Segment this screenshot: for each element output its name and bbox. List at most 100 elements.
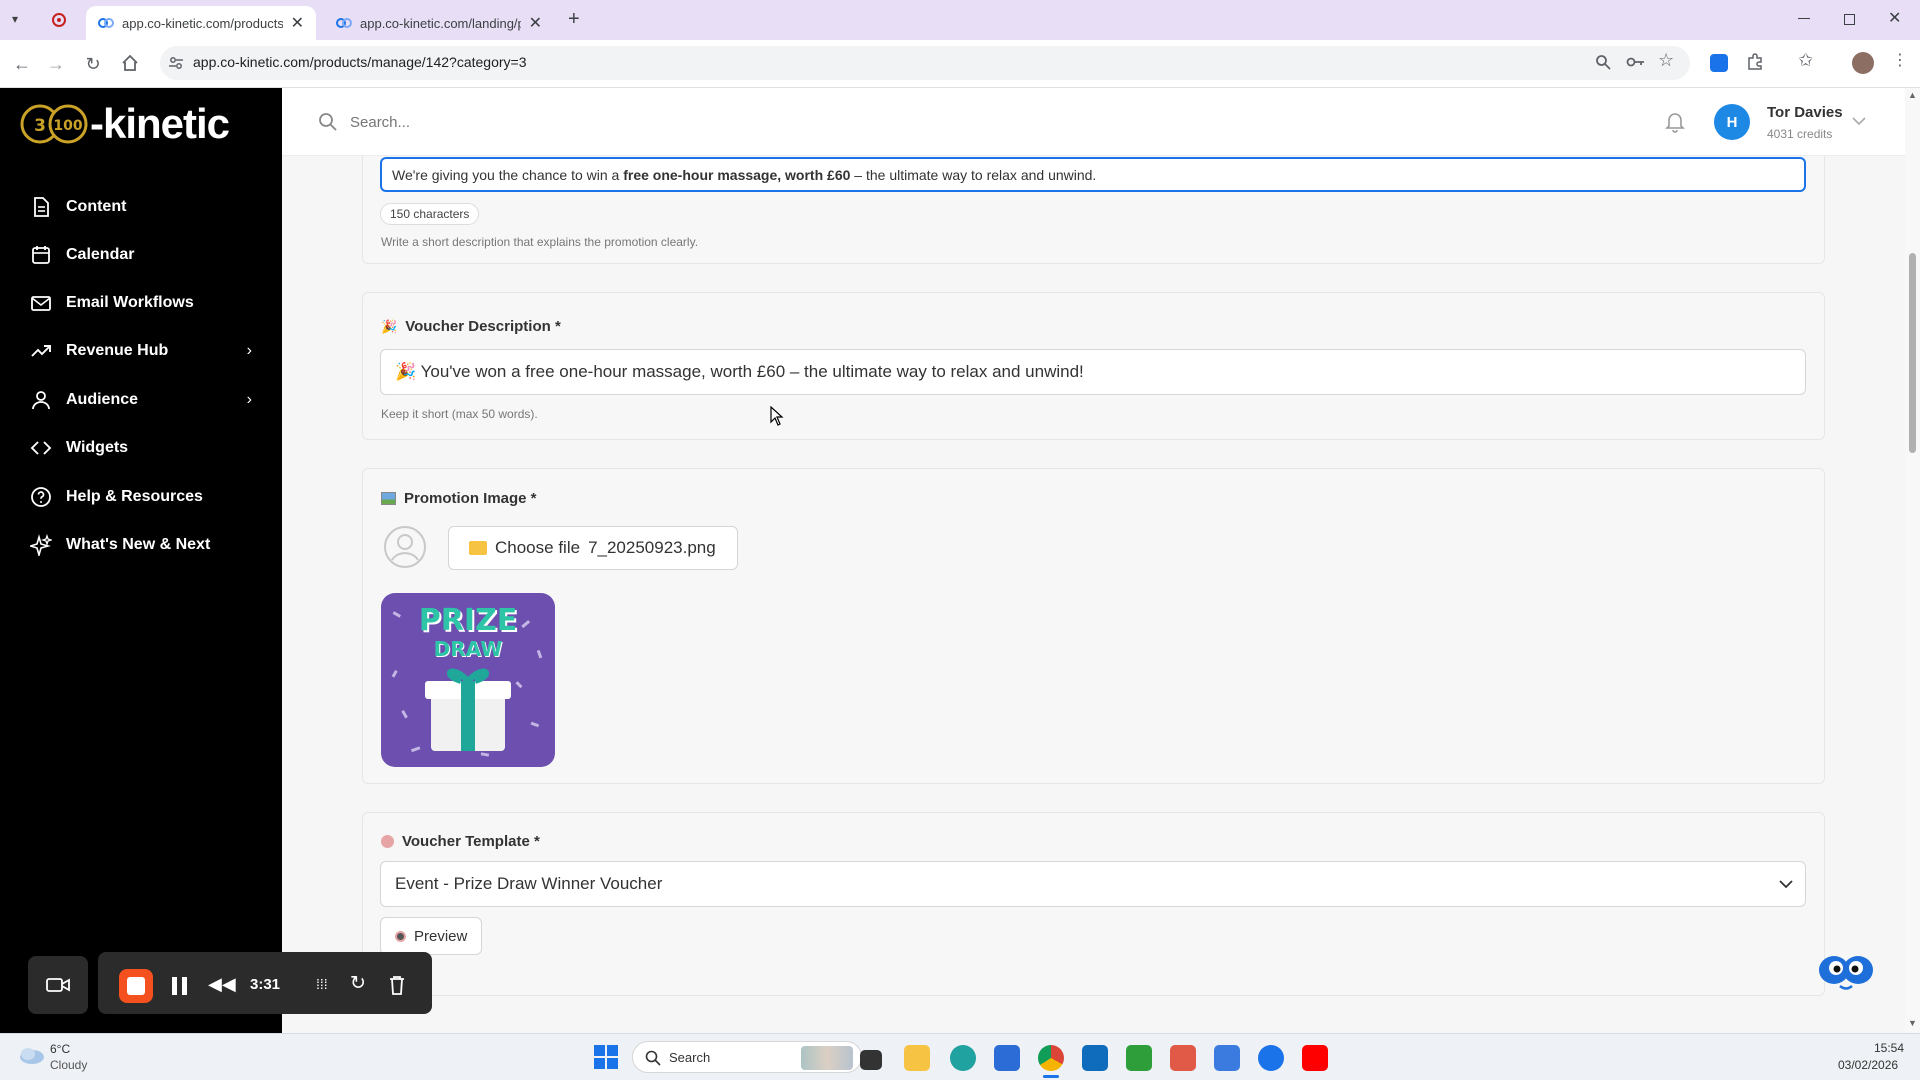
sidebar-item-label: Content	[66, 198, 127, 215]
scrollbar[interactable]: ▲ ▼	[1905, 88, 1920, 1033]
close-tab-icon[interactable]: ✕	[529, 13, 542, 33]
reload-icon[interactable]: ↻	[81, 52, 105, 76]
tab-landing[interactable]: app.co-kinetic.com/landing/pr ✕	[324, 6, 554, 40]
rewind-icon[interactable]: ◀◀	[208, 974, 236, 995]
minimize-icon[interactable]	[1798, 18, 1810, 19]
prize-text: PRIZE	[418, 603, 518, 638]
trash-icon[interactable]	[388, 975, 406, 995]
credits-count: 4031 credits	[1767, 127, 1833, 141]
active-app-indicator	[1043, 1075, 1059, 1078]
logo-text: -kinetic	[90, 100, 230, 147]
chrome-icon[interactable]	[1038, 1045, 1064, 1071]
back-icon[interactable]: ←	[10, 52, 34, 76]
red-app-icon[interactable]	[1170, 1045, 1196, 1071]
restore-icon[interactable]	[1844, 14, 1855, 25]
clock-time: 15:54	[1874, 1041, 1905, 1055]
search-icon	[645, 1050, 661, 1066]
clock-date: 03/02/2026	[1838, 1058, 1899, 1072]
outlook-icon[interactable]	[1082, 1045, 1108, 1071]
voucher-description-label-row: 🎉 Voucher Description *	[381, 318, 561, 335]
voucher-description-hint: Keep it short (max 50 words).	[381, 407, 538, 421]
grid-dots-icon[interactable]: ⁞⁞⁞	[316, 976, 334, 994]
bell-icon[interactable]	[1665, 111, 1685, 133]
stop-icon	[127, 977, 145, 995]
start-button[interactable]	[594, 1045, 618, 1069]
recording-time: 3:31	[250, 976, 281, 993]
search-input[interactable]	[350, 108, 750, 136]
cloudy-weather-icon	[20, 1048, 44, 1064]
chevron-right-icon: ›	[246, 342, 252, 359]
browser-tab-bar: ▾ app.co-kinetic.com/products/m ✕ app.co…	[0, 0, 1920, 40]
tab-list-icon[interactable]: ▾	[12, 12, 28, 28]
draw-text: DRAW	[433, 637, 503, 661]
avatar[interactable]: H	[1714, 104, 1750, 140]
site-info-icon[interactable]	[168, 55, 184, 71]
bookmark-star-icon[interactable]: ☆	[1658, 50, 1674, 71]
sidebar-item-email-workflows[interactable]: Email Workflows	[30, 288, 252, 318]
pause-button[interactable]	[172, 977, 188, 995]
sidebar-item-whats-new[interactable]: What's New & Next	[30, 530, 252, 560]
eyes-mascot-icon	[1819, 956, 1873, 990]
tab-title: app.co-kinetic.com/landing/pr	[360, 15, 521, 31]
sidebar-item-calendar[interactable]: Calendar	[30, 240, 252, 270]
close-tab-icon[interactable]: ✕	[291, 13, 304, 33]
sparkle-icon	[30, 534, 52, 556]
settings-gear-icon[interactable]	[1214, 1045, 1240, 1071]
scrollbar-up-arrow-icon[interactable]: ▲	[1908, 90, 1917, 100]
chevron-down-icon[interactable]	[1852, 116, 1866, 126]
zoom-icon[interactable]	[1595, 54, 1611, 70]
taskbar-search-label: Search	[669, 1050, 711, 1065]
eye-icon	[395, 930, 406, 942]
password-manager-icon[interactable]	[1258, 1045, 1284, 1071]
camera-toggle-button[interactable]	[28, 956, 88, 1014]
forward-icon[interactable]: →	[44, 52, 68, 76]
co-kinetic-logo[interactable]: 3 100 -kinetic	[20, 98, 230, 150]
scrollbar-thumb[interactable]	[1909, 253, 1916, 453]
preview-button[interactable]: Preview	[380, 917, 483, 955]
restart-icon[interactable]: ↻	[350, 972, 366, 995]
sidebar-item-revenue-hub[interactable]: Revenue Hub ›	[30, 336, 252, 366]
chat-assistant-button[interactable]	[1814, 948, 1878, 998]
password-key-icon[interactable]	[1626, 55, 1646, 69]
browser-menu-icon[interactable]: ⋮	[1892, 50, 1908, 70]
new-tab-button[interactable]: +	[568, 8, 580, 31]
code-icon	[30, 441, 52, 455]
promotion-image-preview: PRIZE DRAW	[381, 593, 555, 767]
sidebar-item-audience[interactable]: Audience ›	[30, 385, 252, 415]
sidebar-item-widgets[interactable]: Widgets	[30, 433, 252, 463]
taskbar-search[interactable]: Search	[632, 1041, 862, 1073]
voucher-template-label: Voucher Template *	[402, 833, 540, 850]
promotion-image-card: Promotion Image * Choose file 7_20250923…	[362, 468, 1825, 784]
extensions-puzzle-icon[interactable]	[1746, 53, 1764, 71]
profile-avatar[interactable]	[1852, 52, 1874, 74]
search-icon	[319, 113, 337, 131]
weather-temperature: 6°C	[50, 1042, 71, 1056]
task-view-icon[interactable]	[860, 1050, 882, 1070]
scrollbar-down-arrow-icon[interactable]: ▼	[1908, 1018, 1917, 1028]
edge-browser-icon[interactable]	[950, 1045, 976, 1071]
short-description-text-end: – the ultimate way to relax and unwind.	[850, 167, 1097, 183]
sidebar-item-content[interactable]: Content	[30, 192, 252, 222]
preview-label: Preview	[414, 927, 468, 945]
store-icon[interactable]	[994, 1045, 1020, 1071]
extension-blue-icon[interactable]	[1710, 54, 1728, 72]
stop-recording-button[interactable]	[119, 969, 153, 1003]
voucher-template-select[interactable]: Event - Prize Draw Winner Voucher	[380, 861, 1806, 907]
file-explorer-icon[interactable]	[904, 1045, 930, 1071]
youtube-icon[interactable]	[1302, 1045, 1328, 1071]
tab-products[interactable]: app.co-kinetic.com/products/m ✕	[86, 6, 316, 40]
voucher-template-label-row: Voucher Template *	[381, 833, 540, 850]
home-icon[interactable]	[121, 54, 139, 72]
short-description-field[interactable]: We're giving you the chance to win a fre…	[380, 157, 1806, 192]
main-content: We're giving you the chance to win a fre…	[282, 156, 1905, 1033]
choose-file-button[interactable]: Choose file 7_20250923.png	[448, 526, 738, 570]
green-app-icon[interactable]	[1126, 1045, 1152, 1071]
close-window-icon[interactable]: ✕	[1888, 8, 1901, 28]
svg-text:3: 3	[34, 116, 46, 136]
tab-title: app.co-kinetic.com/products/m	[122, 15, 283, 31]
co-kinetic-favicon-icon	[336, 18, 352, 28]
voucher-description-input[interactable]: 🎉 You've won a free one-hour massage, wo…	[380, 349, 1806, 395]
voucher-template-card: Voucher Template * Event - Prize Draw Wi…	[362, 812, 1825, 996]
bookmarks-icon[interactable]: ✩	[1798, 50, 1813, 71]
sidebar-item-help[interactable]: Help & Resources	[30, 482, 252, 512]
